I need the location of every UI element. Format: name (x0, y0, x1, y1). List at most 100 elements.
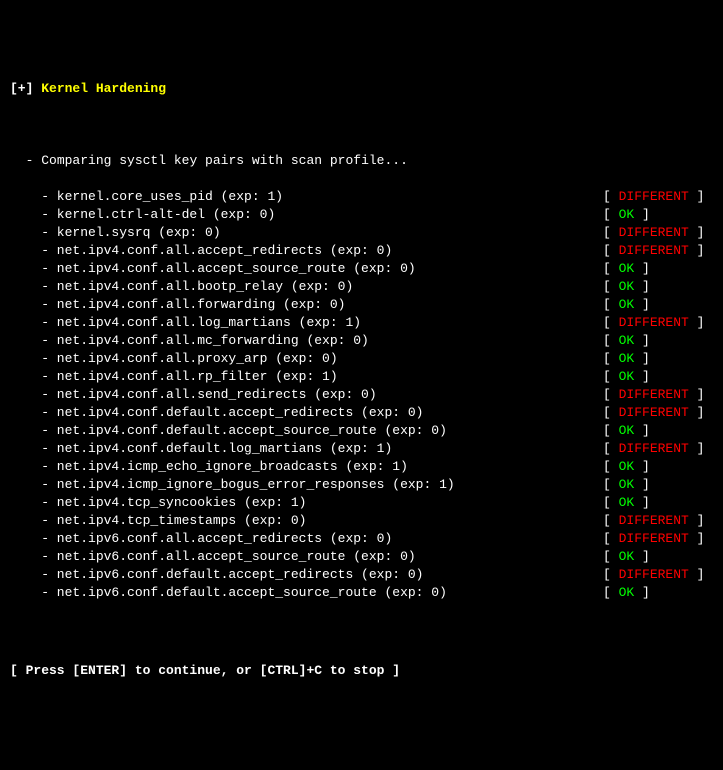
sysctl-row: - net.ipv6.conf.all.accept_redirects (ex… (10, 530, 713, 548)
sysctl-status: [ OK ] (603, 422, 713, 440)
sysctl-status: [ DIFFERENT ] (603, 224, 713, 242)
sysctl-key: - net.ipv6.conf.default.accept_source_ro… (10, 584, 447, 602)
sysctl-key: - net.ipv4.conf.all.mc_forwarding (exp: … (10, 332, 369, 350)
sysctl-row: - net.ipv4.tcp_syncookies (exp: 1) [ OK ] (10, 494, 713, 512)
sysctl-row: - net.ipv4.conf.default.accept_redirects… (10, 404, 713, 422)
sysctl-row: - net.ipv6.conf.all.accept_source_route … (10, 548, 713, 566)
sysctl-key: - net.ipv6.conf.default.accept_redirects… (10, 566, 423, 584)
sysctl-status: [ OK ] (603, 278, 713, 296)
sysctl-key: - net.ipv4.conf.default.log_martians (ex… (10, 440, 392, 458)
status-different: DIFFERENT (619, 531, 689, 546)
sysctl-status: [ DIFFERENT ] (603, 440, 713, 458)
sysctl-row: - net.ipv4.icmp_echo_ignore_broadcasts (… (10, 458, 713, 476)
sysctl-row: - net.ipv4.conf.all.forwarding (exp: 0) [… (10, 296, 713, 314)
task-line: - Comparing sysctl key pairs with scan p… (10, 152, 713, 170)
header-title: Kernel Hardening (41, 81, 166, 96)
sysctl-status: [ OK ] (603, 584, 713, 602)
sysctl-key: - net.ipv4.conf.all.log_martians (exp: 1… (10, 314, 361, 332)
sysctl-row: - net.ipv4.conf.default.accept_source_ro… (10, 422, 713, 440)
header-prefix: [+] (10, 81, 33, 96)
sysctl-key: - net.ipv4.icmp_ignore_bogus_error_respo… (10, 476, 455, 494)
sysctl-key: - net.ipv4.conf.default.accept_redirects… (10, 404, 423, 422)
sysctl-status: [ OK ] (603, 458, 713, 476)
sysctl-row: - net.ipv4.conf.default.log_martians (ex… (10, 440, 713, 458)
sysctl-status: [ DIFFERENT ] (603, 386, 713, 404)
sysctl-status: [ DIFFERENT ] (603, 530, 713, 548)
status-ok: OK (619, 207, 635, 222)
status-different: DIFFERENT (619, 387, 689, 402)
sysctl-row: - net.ipv4.conf.all.send_redirects (exp:… (10, 386, 713, 404)
sysctl-status: [ OK ] (603, 476, 713, 494)
sysctl-row: - net.ipv4.conf.all.proxy_arp (exp: 0) [ … (10, 350, 713, 368)
sysctl-status: [ OK ] (603, 494, 713, 512)
status-ok: OK (619, 495, 635, 510)
sysctl-row: - kernel.core_uses_pid (exp: 1) [ DIFFERE… (10, 188, 713, 206)
status-ok: OK (619, 459, 635, 474)
status-different: DIFFERENT (619, 513, 689, 528)
sysctl-status: [ DIFFERENT ] (603, 404, 713, 422)
sysctl-row: - net.ipv4.conf.all.accept_redirects (ex… (10, 242, 713, 260)
sysctl-status: [ DIFFERENT ] (603, 314, 713, 332)
sysctl-key: - net.ipv4.conf.all.bootp_relay (exp: 0) (10, 278, 353, 296)
sysctl-key: - net.ipv6.conf.all.accept_redirects (ex… (10, 530, 392, 548)
status-different: DIFFERENT (619, 225, 689, 240)
sysctl-row: - net.ipv6.conf.default.accept_source_ro… (10, 584, 713, 602)
sysctl-status: [ OK ] (603, 296, 713, 314)
blank-line-2 (10, 620, 713, 638)
status-ok: OK (619, 297, 635, 312)
sysctl-status: [ OK ] (603, 332, 713, 350)
status-ok: OK (619, 279, 635, 294)
sysctl-status: [ OK ] (603, 368, 713, 386)
sysctl-key: - net.ipv4.conf.all.forwarding (exp: 0) (10, 296, 345, 314)
status-ok: OK (619, 333, 635, 348)
sysctl-status: [ OK ] (603, 548, 713, 566)
sysctl-key: - net.ipv4.tcp_syncookies (exp: 1) (10, 494, 306, 512)
sysctl-key: - net.ipv4.conf.default.accept_source_ro… (10, 422, 447, 440)
sysctl-key: - net.ipv4.icmp_echo_ignore_broadcasts (… (10, 458, 408, 476)
sysctl-key: - net.ipv4.conf.all.accept_redirects (ex… (10, 242, 392, 260)
sysctl-row: - net.ipv4.conf.all.mc_forwarding (exp: … (10, 332, 713, 350)
section-header: [+] Kernel Hardening (10, 80, 713, 98)
sysctl-status: [ OK ] (603, 350, 713, 368)
sysctl-row: - kernel.sysrq (exp: 0) [ DIFFERENT ] (10, 224, 713, 242)
sysctl-row: - kernel.ctrl-alt-del (exp: 0) [ OK ] (10, 206, 713, 224)
sysctl-row: - net.ipv4.conf.all.bootp_relay (exp: 0)… (10, 278, 713, 296)
sysctl-key: - net.ipv4.conf.all.rp_filter (exp: 1) (10, 368, 338, 386)
task-text: Comparing sysctl key pairs with scan pro… (41, 153, 408, 168)
sysctl-row: - net.ipv4.conf.all.rp_filter (exp: 1) [ … (10, 368, 713, 386)
sysctl-key: - net.ipv4.tcp_timestamps (exp: 0) (10, 512, 306, 530)
sysctl-row: - net.ipv4.conf.all.log_martians (exp: 1… (10, 314, 713, 332)
sysctl-row: - net.ipv4.icmp_ignore_bogus_error_respo… (10, 476, 713, 494)
status-ok: OK (619, 477, 635, 492)
status-ok: OK (619, 423, 635, 438)
sysctl-status: [ OK ] (603, 206, 713, 224)
sysctl-row: - net.ipv6.conf.default.accept_redirects… (10, 566, 713, 584)
sysctl-row: - net.ipv4.tcp_timestamps (exp: 0) [ DIFF… (10, 512, 713, 530)
sysctl-status: [ DIFFERENT ] (603, 566, 713, 584)
sysctl-key: - kernel.sysrq (exp: 0) (10, 224, 221, 242)
blank-line (10, 116, 713, 134)
status-ok: OK (619, 549, 635, 564)
footer-prompt[interactable]: [ Press [ENTER] to continue, or [CTRL]+C… (10, 662, 713, 680)
status-different: DIFFERENT (619, 315, 689, 330)
sysctl-key: - net.ipv4.conf.all.proxy_arp (exp: 0) (10, 350, 338, 368)
sysctl-key: - kernel.core_uses_pid (exp: 1) (10, 188, 283, 206)
sysctl-status: [ OK ] (603, 260, 713, 278)
status-different: DIFFERENT (619, 189, 689, 204)
status-ok: OK (619, 261, 635, 276)
sysctl-status: [ DIFFERENT ] (603, 512, 713, 530)
status-different: DIFFERENT (619, 405, 689, 420)
sysctl-key: - net.ipv4.conf.all.send_redirects (exp:… (10, 386, 377, 404)
status-different: DIFFERENT (619, 567, 689, 582)
status-ok: OK (619, 585, 635, 600)
status-different: DIFFERENT (619, 243, 689, 258)
sysctl-status: [ DIFFERENT ] (603, 188, 713, 206)
sysctl-status: [ DIFFERENT ] (603, 242, 713, 260)
status-different: DIFFERENT (619, 441, 689, 456)
sysctl-key: - kernel.ctrl-alt-del (exp: 0) (10, 206, 275, 224)
sysctl-row: - net.ipv4.conf.all.accept_source_route … (10, 260, 713, 278)
sysctl-list: - kernel.core_uses_pid (exp: 1) [ DIFFERE… (10, 188, 713, 602)
sysctl-key: - net.ipv4.conf.all.accept_source_route … (10, 260, 416, 278)
status-ok: OK (619, 369, 635, 384)
sysctl-key: - net.ipv6.conf.all.accept_source_route … (10, 548, 416, 566)
